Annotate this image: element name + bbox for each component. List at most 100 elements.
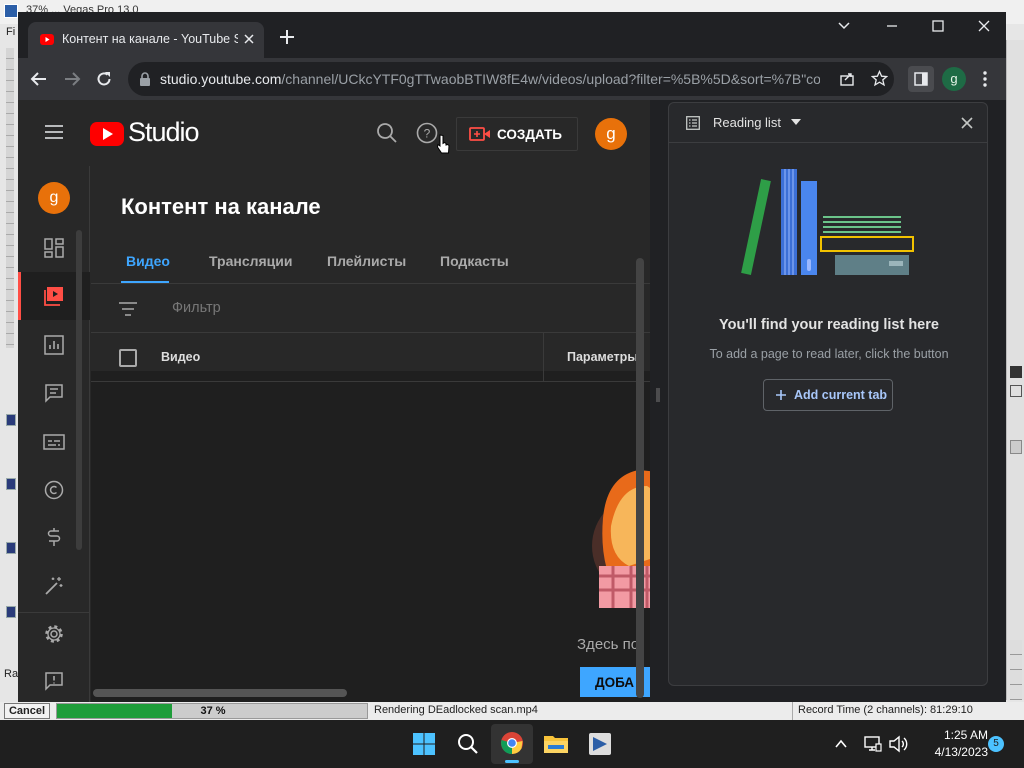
filter-input[interactable]: Фильтр — [172, 300, 221, 316]
tab-playlists[interactable]: Плейлисты — [327, 253, 406, 269]
vegas-menu-item[interactable]: Fi — [6, 26, 15, 38]
add-current-tab-button[interactable]: Add current tab — [763, 379, 893, 411]
page-title: Контент на канале — [121, 194, 321, 219]
help-icon[interactable]: ? — [416, 122, 438, 144]
notification-badge[interactable]: 5 — [988, 736, 1004, 752]
content-vertical-scrollbar[interactable] — [636, 258, 644, 698]
tab-close-icon[interactable] — [242, 32, 256, 46]
side-panel-icon[interactable] — [908, 66, 934, 92]
column-params-header[interactable]: Параметры — [567, 350, 638, 364]
tab-live[interactable]: Трансляции — [209, 253, 292, 269]
start-windows-icon[interactable] — [408, 728, 440, 760]
column-video-header[interactable]: Видео — [161, 350, 200, 364]
panel-close-icon[interactable] — [961, 117, 973, 129]
taskbar-search-icon[interactable] — [452, 728, 484, 760]
vegas-cut-label: Ra — [4, 668, 19, 680]
dropdown-caret-icon[interactable] — [791, 119, 801, 125]
nav-dashboard-icon[interactable] — [36, 230, 72, 266]
url-text: studio.youtube.com/channel/UCkcYTF0gTTwa… — [160, 71, 820, 87]
clock-date[interactable]: 4/13/2023 — [912, 745, 988, 759]
browser-toolbar: studio.youtube.com/channel/UCkcYTF0gTTwa… — [18, 58, 1006, 100]
nav-comments-icon[interactable] — [36, 375, 72, 411]
vegas-tool-icon[interactable] — [1010, 385, 1022, 397]
youtube-logo-icon[interactable] — [90, 122, 124, 146]
nav-analytics-icon[interactable] — [36, 327, 72, 363]
nav-copyright-icon[interactable] — [36, 472, 72, 508]
vegas-zoom-tools[interactable] — [1010, 640, 1022, 700]
reading-list-card: Reading list You'll find your reading li… — [668, 102, 988, 686]
column-divider — [543, 333, 544, 381]
new-tab-icon[interactable] — [278, 28, 296, 46]
channel-avatar[interactable]: g — [38, 182, 70, 214]
bookmark-star-icon[interactable] — [871, 70, 888, 87]
content-horizontal-scrollbar[interactable] — [93, 689, 347, 697]
nav-content-icon — [44, 286, 64, 306]
nav-monetization-icon[interactable] — [36, 519, 72, 555]
more-menu-icon[interactable] — [976, 70, 994, 88]
status-divider — [792, 702, 793, 720]
vegas-track-icon[interactable] — [6, 542, 16, 554]
vegas-taskbar-icon[interactable] — [584, 728, 616, 760]
header-divider — [91, 381, 650, 382]
render-progress-bar: 37 % — [56, 703, 368, 719]
select-all-checkbox[interactable] — [119, 349, 137, 367]
address-bar[interactable]: studio.youtube.com/channel/UCkcYTF0gTTwa… — [128, 62, 894, 96]
tab-podcasts[interactable]: Подкасты — [440, 253, 509, 269]
browser-tab[interactable]: Контент на канале - YouTube Studio — [28, 22, 264, 58]
forward-icon[interactable] — [63, 70, 81, 88]
cancel-render-button[interactable]: Cancel — [4, 703, 50, 719]
minimize-icon[interactable] — [884, 18, 900, 34]
filter-icon[interactable] — [119, 302, 137, 316]
vegas-tool-icon[interactable] — [1010, 366, 1022, 378]
nav-settings-gear-icon[interactable] — [36, 616, 72, 652]
rendering-status-text: Rendering DEadlocked scan.mp4 — [374, 704, 538, 716]
reading-list-subtext: To add a page to read later, click the b… — [709, 347, 949, 361]
nav-feedback-icon[interactable] — [36, 663, 72, 699]
create-button[interactable]: СОЗДАТЬ — [456, 117, 578, 151]
vegas-track-icon[interactable] — [6, 606, 16, 618]
active-app-indicator — [505, 760, 519, 763]
tab-videos[interactable]: Видео — [126, 253, 170, 269]
studio-header: Studio ? СОЗДАТЬ g — [18, 100, 650, 166]
back-icon[interactable] — [30, 70, 48, 88]
vegas-track-icon[interactable] — [6, 478, 16, 490]
reading-list-heading: You'll find your reading list here — [719, 317, 939, 333]
render-status-bar: Cancel 37 % Rendering DEadlocked scan.mp… — [0, 702, 1024, 720]
render-progress-label: 37 % — [200, 705, 226, 717]
taskbar: 1:25 AM 4/13/2023 5 — [0, 720, 1024, 768]
window-close-icon[interactable] — [976, 18, 992, 34]
add-current-tab-label: Add current tab — [794, 388, 888, 402]
lock-icon[interactable] — [139, 72, 151, 86]
search-icon[interactable] — [376, 122, 398, 144]
account-avatar[interactable]: g — [595, 118, 627, 150]
chrome-taskbar-button[interactable] — [491, 724, 533, 764]
vegas-left-toolbar — [6, 48, 14, 348]
reading-list-icon — [686, 116, 700, 130]
volume-icon[interactable] — [888, 735, 908, 753]
profile-avatar[interactable]: g — [942, 67, 966, 91]
create-video-icon — [469, 126, 491, 142]
side-panel: Reading list You'll find your reading li… — [650, 100, 1006, 702]
reload-icon[interactable] — [95, 70, 113, 88]
url-path: /channel/UCkcYTF0gTTwaobBTIW8fE4w/videos… — [281, 71, 820, 87]
tray-overflow-chevron-up-icon[interactable] — [834, 737, 848, 751]
vegas-track-icon[interactable] — [6, 414, 16, 426]
maximize-icon[interactable] — [930, 18, 946, 34]
create-button-label: СОЗДАТЬ — [497, 127, 563, 142]
panel-resize-handle[interactable] — [656, 388, 660, 402]
vegas-scroll-thumb[interactable] — [1010, 440, 1022, 454]
file-explorer-icon[interactable] — [540, 728, 572, 760]
browser-window: Контент на канале - YouTube Studio — [18, 12, 1006, 702]
nav-customization-icon[interactable] — [36, 568, 72, 604]
hamburger-menu-icon[interactable] — [44, 124, 64, 140]
network-icon[interactable] — [864, 735, 882, 753]
tab-search-chevron-down-icon[interactable] — [836, 18, 852, 34]
tabs-divider — [91, 283, 650, 284]
vegas-app-icon — [4, 4, 18, 18]
reading-list-title[interactable]: Reading list — [713, 115, 781, 130]
url-host: studio.youtube.com — [160, 71, 282, 87]
share-icon[interactable] — [839, 71, 855, 87]
nav-subtitles-icon[interactable] — [36, 424, 72, 460]
nav-scrollbar[interactable] — [76, 230, 82, 550]
clock-time[interactable]: 1:25 AM — [912, 728, 988, 742]
